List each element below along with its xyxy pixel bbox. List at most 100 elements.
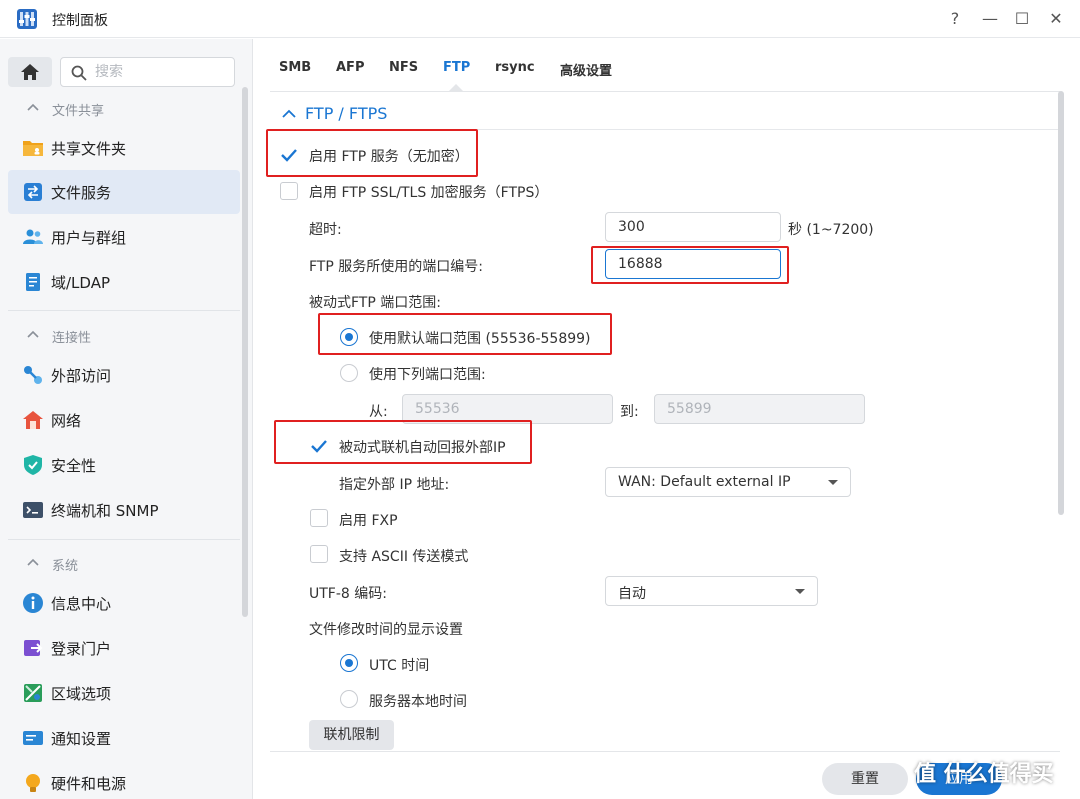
external-ip-select[interactable]: WAN: Default external IP xyxy=(605,467,851,497)
sidebar-item-region[interactable]: 区域选项 xyxy=(8,671,240,715)
passive-range-label: 被动式FTP 端口范围: xyxy=(309,295,441,311)
port-to-input[interactable] xyxy=(654,394,865,424)
watermark: 值 什么值得买 xyxy=(914,762,1054,787)
enable-ftps-label: 启用 FTP SSL/TLS 加密服务（FTPS） xyxy=(309,185,549,201)
chevron-up-icon xyxy=(27,103,39,111)
sidebar-item-file-services[interactable]: 文件服务 xyxy=(8,170,240,214)
sidebar-item-label: 网络 xyxy=(51,412,82,430)
sidebar-item-label: 通知设置 xyxy=(51,730,112,748)
utf8-label: UTF-8 编码: xyxy=(309,586,387,602)
sidebar-item-domain[interactable]: 域/LDAP xyxy=(8,260,240,304)
sidebar-item-users[interactable]: 用户与群组 xyxy=(8,215,240,259)
chevron-up-icon[interactable] xyxy=(282,109,296,118)
tab-advanced[interactable]: 高级设置 xyxy=(560,60,612,79)
domain-icon xyxy=(26,273,40,291)
ascii-mode-checkbox[interactable] xyxy=(310,545,328,563)
ftp-section-title[interactable]: FTP / FTPS xyxy=(305,104,387,123)
terminal-icon xyxy=(23,502,43,518)
maximize-button[interactable]: ☐ xyxy=(1012,9,1032,29)
window-title: 控制面板 xyxy=(52,13,108,29)
sidebar-divider xyxy=(8,310,240,311)
help-button[interactable]: ? xyxy=(945,9,965,29)
external-access-icon xyxy=(24,366,42,384)
port-label: FTP 服务所使用的端口编号: xyxy=(309,259,483,275)
sidebar-item-label: 登录门户 xyxy=(51,640,112,658)
time-display-label: 文件修改时间的显示设置 xyxy=(309,622,463,638)
title-bar: 控制面板 ? — ☐ ✕ xyxy=(0,0,1080,38)
section-title: 连接性 xyxy=(52,331,92,346)
home-icon xyxy=(21,64,39,80)
sidebar-item-label: 域/LDAP xyxy=(51,274,111,292)
to-label: 到: xyxy=(620,404,639,420)
custom-port-range-label: 使用下列端口范围: xyxy=(369,367,486,383)
sidebar-item-label: 区域选项 xyxy=(51,685,112,703)
users-icon xyxy=(23,229,43,244)
chevron-up-icon xyxy=(27,558,39,566)
panel-top-border xyxy=(270,91,1060,92)
utf8-select[interactable]: 自动 xyxy=(605,576,818,606)
external-ip-value: WAN: Default external IP xyxy=(618,474,791,490)
sidebar-item-shared-folder[interactable]: 共享文件夹 xyxy=(8,126,240,170)
tab-afp[interactable]: AFP xyxy=(336,60,364,75)
sidebar-item-label: 外部访问 xyxy=(51,367,112,385)
local-time-radio[interactable] xyxy=(340,690,358,708)
bulb-icon xyxy=(26,774,40,792)
sidebar-item-label: 共享文件夹 xyxy=(51,140,127,158)
enable-ftps-checkbox[interactable] xyxy=(280,182,298,200)
sidebar-item-info-center[interactable]: 信息中心 xyxy=(8,581,240,625)
shield-icon xyxy=(24,455,42,475)
enable-fxp-checkbox[interactable] xyxy=(310,509,328,527)
search-icon xyxy=(71,65,87,81)
connection-limit-button[interactable]: 联机限制 xyxy=(309,720,394,750)
sidebar-item-external-access[interactable]: 外部访问 xyxy=(8,353,240,397)
home-button[interactable] xyxy=(8,57,52,87)
utc-time-radio[interactable] xyxy=(340,654,358,672)
sidebar-divider xyxy=(8,539,240,540)
minimize-button[interactable]: — xyxy=(980,9,1000,29)
sidebar-item-label: 硬件和电源 xyxy=(51,775,127,793)
sidebar-item-label: 文件服务 xyxy=(51,184,112,202)
footer-divider xyxy=(270,751,1060,752)
sidebar-item-notification[interactable]: 通知设置 xyxy=(8,716,240,760)
timeout-label: 超时: xyxy=(309,222,342,238)
sidebar-item-security[interactable]: 安全性 xyxy=(8,443,240,487)
section-connectivity[interactable]: 连接性 xyxy=(0,321,240,351)
highlight-box xyxy=(274,420,532,464)
section-file-sharing[interactable]: 文件共享 xyxy=(0,94,240,124)
notification-icon xyxy=(23,731,43,745)
highlight-box xyxy=(591,246,789,284)
sidebar-scrollbar[interactable] xyxy=(242,87,248,617)
tab-ftp[interactable]: FTP xyxy=(443,60,470,75)
tab-nfs[interactable]: NFS xyxy=(389,60,418,75)
search-input[interactable] xyxy=(95,62,225,82)
control-panel-icon xyxy=(17,9,37,29)
utc-time-label: UTC 时间 xyxy=(369,658,430,674)
enable-fxp-label: 启用 FXP xyxy=(339,513,398,529)
active-tab-indicator xyxy=(449,84,463,91)
sidebar-item-network[interactable]: 网络 xyxy=(8,398,240,442)
reset-button[interactable]: 重置 xyxy=(822,763,908,795)
timeout-input[interactable] xyxy=(605,212,781,242)
search-box[interactable] xyxy=(60,57,235,87)
section-system[interactable]: 系统 xyxy=(0,549,240,579)
sidebar-item-login-portal[interactable]: 登录门户 xyxy=(8,626,240,670)
caret-down-icon xyxy=(795,589,805,594)
chevron-up-icon xyxy=(27,330,39,338)
content-scrollbar[interactable] xyxy=(1058,91,1064,515)
info-icon xyxy=(23,593,43,613)
caret-down-icon xyxy=(828,480,838,485)
tab-bar: SMB AFP NFS FTP rsync 高级设置 xyxy=(254,39,1080,91)
tab-smb[interactable]: SMB xyxy=(279,60,311,75)
close-button[interactable]: ✕ xyxy=(1046,9,1066,29)
local-time-label: 服务器本地时间 xyxy=(369,694,467,710)
sidebar-item-terminal[interactable]: 终端机和 SNMP xyxy=(8,488,240,532)
sidebar: 文件共享 共享文件夹 文件服务 用户与群组 xyxy=(0,39,253,799)
main-content: FTP / FTPS 启用 FTP 服务（无加密） 启用 FTP SSL/TLS… xyxy=(254,91,1080,799)
highlight-box xyxy=(266,129,478,177)
sidebar-item-hardware-power[interactable]: 硬件和电源 xyxy=(8,761,240,799)
login-portal-icon xyxy=(24,640,43,656)
tab-rsync[interactable]: rsync xyxy=(495,60,535,75)
custom-port-range-radio[interactable] xyxy=(340,364,358,382)
section-title: 系统 xyxy=(52,559,79,574)
timeout-range: 秒 (1~7200) xyxy=(788,222,874,238)
